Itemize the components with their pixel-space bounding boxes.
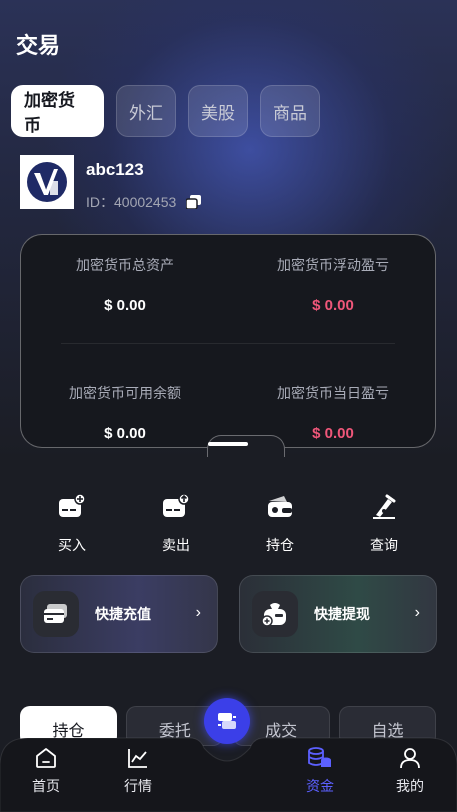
holdings-label: 持仓 — [266, 537, 294, 553]
card-notch — [207, 435, 285, 457]
expand-handle[interactable] — [208, 442, 248, 446]
logo-icon — [27, 162, 67, 202]
tab-commodities[interactable]: 商品 — [260, 85, 320, 137]
floating-pnl-value: $ 0.00 — [312, 297, 354, 314]
profile-icon — [400, 748, 420, 769]
buy-button[interactable]: 买入 — [20, 493, 124, 555]
nav-home[interactable]: 首页 — [16, 746, 76, 796]
floating-pnl: 加密货币浮动盈亏 $ 0.00 — [229, 255, 437, 314]
quick-withdraw-button[interactable]: 快捷提现 › — [239, 575, 437, 653]
card-icon — [33, 591, 79, 637]
available-balance-value: $ 0.00 — [104, 425, 146, 442]
wallet-plus-icon — [58, 493, 86, 521]
card-divider — [61, 343, 395, 344]
quick-deposit-label: 快捷充值 — [95, 606, 151, 622]
trade-page: 交易 加密货币 外汇 美股 商品 abc123 ID：40002453 加密货币… — [0, 0, 457, 812]
home-icon — [36, 748, 56, 768]
query-icon — [370, 493, 398, 521]
avatar — [20, 155, 74, 209]
total-assets: 加密货币总资产 $ 0.00 — [21, 255, 229, 314]
tab-forex[interactable]: 外汇 — [116, 85, 176, 137]
nav-home-label: 首页 — [32, 778, 60, 794]
chart-icon — [128, 749, 147, 768]
user-id-row: ID：40002453 — [86, 192, 202, 212]
sell-button[interactable]: 卖出 — [124, 493, 228, 555]
nav-profile-label: 我的 — [396, 778, 424, 794]
query-button[interactable]: 查询 — [332, 493, 436, 555]
nav-market[interactable]: 行情 — [108, 746, 168, 796]
available-balance: 加密货币可用余额 $ 0.00 — [21, 383, 229, 442]
floating-pnl-label: 加密货币浮动盈亏 — [277, 257, 389, 273]
nav-profile[interactable]: 我的 — [380, 746, 440, 796]
user-id: ID：40002453 — [86, 194, 177, 210]
money-bag-icon — [252, 591, 298, 637]
copy-icon[interactable] — [185, 195, 202, 210]
total-assets-value: $ 0.00 — [104, 297, 146, 314]
wallet-upload-icon — [162, 493, 190, 521]
chevron-right-icon: › — [414, 604, 420, 621]
query-label: 查询 — [370, 537, 398, 553]
swap-button[interactable] — [204, 698, 250, 744]
asset-summary-card: 加密货币总资产 $ 0.00 加密货币浮动盈亏 $ 0.00 加密货币可用余额 … — [20, 234, 437, 457]
chevron-right-icon: › — [195, 604, 201, 621]
quick-deposit-button[interactable]: 快捷充值 › — [20, 575, 218, 653]
nav-funds-label: 资金 — [306, 778, 334, 794]
total-assets-label: 加密货币总资产 — [76, 257, 174, 273]
nav-funds[interactable]: 资金 — [290, 746, 350, 796]
action-row: 买入 卖出 持仓 查询 — [20, 493, 436, 555]
swap-icon — [218, 713, 236, 729]
page-title: 交易 — [16, 33, 61, 58]
sell-label: 卖出 — [162, 537, 190, 553]
coins-icon — [308, 747, 331, 767]
holdings-icon — [266, 493, 294, 521]
username: abc123 — [86, 160, 144, 179]
tab-crypto[interactable]: 加密货币 — [11, 85, 104, 137]
nav-market-label: 行情 — [124, 778, 152, 794]
tab-us-stocks[interactable]: 美股 — [188, 85, 248, 137]
quick-withdraw-label: 快捷提现 — [314, 606, 370, 622]
daily-pnl-label: 加密货币当日盈亏 — [277, 385, 389, 401]
daily-pnl: 加密货币当日盈亏 $ 0.00 — [229, 383, 437, 442]
market-tabs: 加密货币 外汇 美股 商品 — [11, 85, 320, 137]
available-balance-label: 加密货币可用余额 — [69, 385, 181, 401]
holdings-button[interactable]: 持仓 — [228, 493, 332, 555]
buy-label: 买入 — [58, 537, 86, 553]
